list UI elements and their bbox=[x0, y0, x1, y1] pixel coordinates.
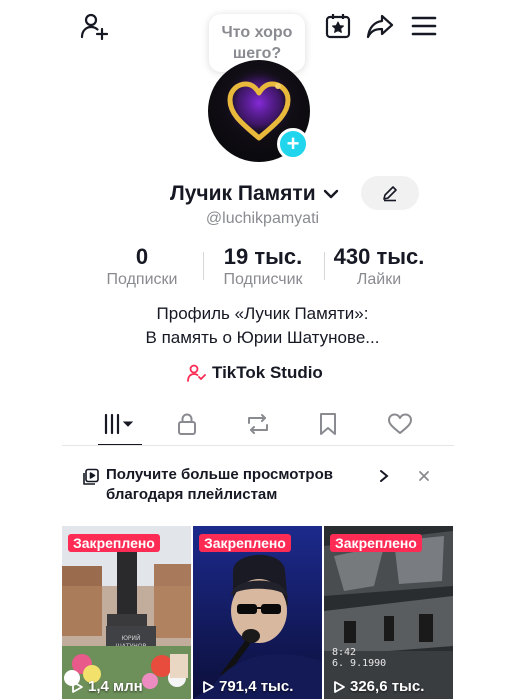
playlist-promo-banner[interactable]: Получите больше просмотров благодаря пле… bbox=[82, 465, 442, 509]
menu-icon[interactable] bbox=[408, 10, 440, 42]
view-count: 326,6 тыс. bbox=[332, 678, 424, 695]
view-count-text: 1,4 млн bbox=[88, 678, 143, 695]
bubble-text-line1: Что хоро bbox=[221, 24, 293, 41]
playlist-icon bbox=[83, 468, 99, 485]
add-avatar-button[interactable]: + bbox=[277, 128, 309, 160]
pencil-icon bbox=[383, 186, 397, 202]
tab-private[interactable] bbox=[159, 404, 215, 444]
tabs-divider bbox=[62, 445, 454, 446]
video-thumbnail[interactable]: Закреплено 791,4 тыс. bbox=[193, 526, 322, 699]
play-icon bbox=[334, 680, 345, 693]
view-count: 1,4 млн bbox=[70, 678, 143, 695]
view-count-text: 326,6 тыс. bbox=[350, 678, 425, 695]
lock-icon bbox=[178, 413, 196, 435]
heart-icon bbox=[388, 413, 412, 434]
tab-reposts[interactable] bbox=[230, 404, 286, 444]
video-thumbnail[interactable]: Закреплено 8:42 6. 9.1990 326,6 тыс. bbox=[324, 526, 453, 699]
stat-followers[interactable]: 19 тыс. Подписчик bbox=[203, 244, 323, 290]
play-icon bbox=[203, 680, 214, 693]
add-friend-icon[interactable] bbox=[78, 10, 110, 42]
pinned-badge: Закреплено bbox=[199, 534, 291, 552]
bookmark-icon bbox=[320, 413, 336, 435]
stat-followers-value: 19 тыс. bbox=[223, 244, 303, 269]
profile-tabs bbox=[62, 404, 454, 446]
stat-likes-value: 430 тыс. bbox=[333, 244, 425, 269]
bio-line-2: В память о Юрии Шатунове... bbox=[145, 328, 380, 347]
share-icon[interactable] bbox=[364, 10, 396, 42]
studio-label: TikTok Studio bbox=[212, 363, 323, 382]
stat-following-value: 0 bbox=[135, 244, 149, 269]
stat-likes-label: Лайки bbox=[356, 271, 402, 288]
stat-following-label: Подписки bbox=[106, 271, 178, 288]
stat-following[interactable]: 0 Подписки bbox=[96, 244, 188, 290]
tiktok-studio-link[interactable]: TikTok Studio bbox=[186, 363, 323, 383]
chevron-down-icon bbox=[324, 190, 339, 199]
video-timestamp: 8:42 6. 9.1990 bbox=[332, 647, 386, 669]
display-name[interactable]: Лучик Памяти bbox=[170, 182, 339, 206]
svg-text:ЮРИЙ: ЮРИЙ bbox=[121, 635, 140, 642]
stat-followers-label: Подписчик bbox=[223, 271, 303, 288]
repost-icon bbox=[248, 414, 268, 434]
bio-line-1: Профиль «Лучик Памяти»: bbox=[156, 304, 369, 323]
tab-videos[interactable] bbox=[92, 404, 148, 444]
edit-profile-button[interactable] bbox=[361, 176, 419, 210]
studio-person-icon bbox=[187, 364, 206, 382]
calendar-star-icon[interactable] bbox=[322, 10, 354, 42]
chevron-right-icon[interactable] bbox=[378, 469, 390, 483]
view-count: 791,4 тыс. bbox=[201, 678, 293, 695]
close-icon[interactable] bbox=[418, 470, 430, 482]
promo-text: Получите больше просмотров благодаря пле… bbox=[106, 466, 333, 503]
grid-bars-icon bbox=[104, 413, 134, 435]
display-name-text: Лучик Памяти bbox=[170, 182, 316, 205]
pinned-badge: Закреплено bbox=[330, 534, 422, 552]
timestamp-time: 8:42 bbox=[332, 647, 357, 658]
stat-likes[interactable]: 430 тыс. Лайки bbox=[324, 244, 434, 290]
username: @luchikpamyati bbox=[205, 210, 320, 227]
profile-bio[interactable]: Профиль «Лучик Памяти»: В память о Юрии … bbox=[0, 302, 525, 350]
tab-favorites[interactable] bbox=[300, 404, 356, 444]
video-grid: ЮРИЙ ШАТУНОВ Закреплено 1,4 млн bbox=[62, 526, 454, 699]
tab-liked[interactable] bbox=[372, 404, 428, 444]
video-thumbnail[interactable]: ЮРИЙ ШАТУНОВ Закреплено 1,4 млн bbox=[62, 526, 191, 699]
view-count-text: 791,4 тыс. bbox=[219, 678, 294, 695]
play-icon bbox=[72, 680, 83, 693]
timestamp-date: 6. 9.1990 bbox=[332, 658, 387, 669]
pinned-badge: Закреплено bbox=[68, 534, 160, 552]
